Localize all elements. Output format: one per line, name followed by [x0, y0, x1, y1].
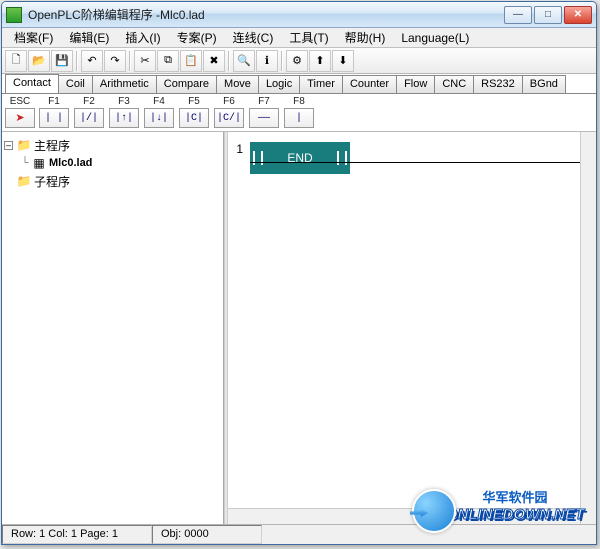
redo-icon[interactable]: ↷ — [104, 50, 126, 72]
file-icon: ▦ — [32, 156, 46, 170]
menu-edit[interactable]: 编辑(E) — [61, 27, 117, 48]
menu-connect[interactable]: 连线(C) — [225, 27, 282, 48]
instruction-tabs: Contact Coil Arithmetic Compare Move Log… — [2, 74, 596, 94]
separator-icon — [129, 51, 131, 71]
vertical-scrollbar[interactable] — [580, 132, 596, 524]
menu-tools[interactable]: 工具(T) — [281, 27, 336, 48]
project-tree[interactable]: – 📁 主程序 └ ▦ Mlc0.lad 📁 子程序 — [2, 132, 224, 524]
download-icon[interactable]: ⬇ — [332, 50, 354, 72]
save-icon[interactable]: 💾 — [51, 50, 73, 72]
fkey-label: F2 — [83, 96, 95, 108]
menu-file[interactable]: 档案(F) — [6, 27, 61, 48]
contact-c-icon[interactable]: |C| — [179, 108, 209, 128]
tab-move[interactable]: Move — [216, 75, 259, 93]
app-window: OpenPLC阶梯编辑程序 -Mlc0.lad — □ ✕ 档案(F) 编辑(E… — [1, 1, 597, 545]
separator-icon — [228, 51, 230, 71]
menubar: 档案(F) 编辑(E) 插入(I) 专案(P) 连线(C) 工具(T) 帮助(H… — [2, 28, 596, 48]
info-icon[interactable]: ℹ — [256, 50, 278, 72]
fkey-label: F6 — [223, 96, 235, 108]
status-position: Row: 1 Col: 1 Page: 1 — [2, 525, 152, 544]
tab-flow[interactable]: Flow — [396, 75, 435, 93]
fkey-label: F5 — [188, 96, 200, 108]
horiz-link-icon[interactable]: —— — [249, 108, 279, 128]
fkey-f8: F8 | — [283, 96, 315, 129]
menu-project[interactable]: 专案(P) — [169, 27, 225, 48]
fkey-f2: F2 |/| — [73, 96, 105, 129]
end-block[interactable]: END — [250, 142, 350, 174]
fkey-f5: F5 |C| — [178, 96, 210, 129]
tree-connector-icon: └ — [18, 156, 32, 170]
copy-icon[interactable]: ⧉ — [157, 50, 179, 72]
paste-icon[interactable]: 📋 — [180, 50, 202, 72]
vert-link-icon[interactable]: | — [284, 108, 314, 128]
collapse-icon[interactable]: – — [4, 141, 13, 150]
find-icon[interactable]: 🔍 — [233, 50, 255, 72]
fkey-f4: F4 |↓| — [143, 96, 175, 129]
upload-icon[interactable]: ⬆ — [309, 50, 331, 72]
menu-language[interactable]: Language(L) — [393, 29, 477, 47]
fkey-f3: F3 |↑| — [108, 96, 140, 129]
main-area: – 📁 主程序 └ ▦ Mlc0.lad 📁 子程序 1 — [2, 132, 596, 524]
delete-icon[interactable]: ✖ — [203, 50, 225, 72]
status-bar: Row: 1 Col: 1 Page: 1 Obj: 0000 — [2, 524, 596, 544]
tab-contact[interactable]: Contact — [5, 74, 59, 93]
app-icon — [6, 7, 22, 23]
compile-icon[interactable]: ⚙ — [286, 50, 308, 72]
fkey-palette: ESC F1 | | F2 |/| F3 |↑| F4 |↓| F5 |C| F… — [2, 94, 596, 132]
fkey-label: F7 — [258, 96, 270, 108]
contact-nc-icon[interactable]: |/| — [74, 108, 104, 128]
rung-rail — [250, 162, 596, 163]
tab-logic[interactable]: Logic — [258, 75, 300, 93]
toolbar: 🗋 📂 💾 ↶ ↷ ✂ ⧉ 📋 ✖ 🔍 ℹ ⚙ ⬆ ⬇ — [2, 48, 596, 74]
tab-cnc[interactable]: CNC — [434, 75, 474, 93]
fkey-label: F8 — [293, 96, 305, 108]
contact-cnot-icon[interactable]: |C/| — [214, 108, 244, 128]
tree-label: Mlc0.lad — [49, 157, 92, 169]
tree-label: 子程序 — [34, 173, 70, 190]
fkey-f6: F6 |C/| — [213, 96, 245, 129]
new-icon[interactable]: 🗋 — [5, 50, 27, 72]
tab-compare[interactable]: Compare — [156, 75, 217, 93]
horizontal-scrollbar[interactable] — [228, 508, 580, 524]
tree-root-main[interactable]: – 📁 主程序 — [4, 136, 221, 154]
tree-root-sub[interactable]: 📁 子程序 — [4, 172, 221, 190]
ladder-editor[interactable]: 1 END — [228, 132, 596, 524]
fkey-label: F4 — [153, 96, 165, 108]
status-obj: Obj: 0000 — [152, 525, 262, 544]
fkey-f7: F7 —— — [248, 96, 280, 129]
cut-icon[interactable]: ✂ — [134, 50, 156, 72]
fkey-f1: F1 | | — [38, 96, 70, 129]
tree-label: 主程序 — [34, 137, 70, 154]
tab-bgnd[interactable]: BGnd — [522, 75, 566, 93]
titlebar[interactable]: OpenPLC阶梯编辑程序 -Mlc0.lad — □ ✕ — [2, 2, 596, 28]
contact-fall-icon[interactable]: |↓| — [144, 108, 174, 128]
folder-icon: 📁 — [17, 174, 31, 188]
esc-arrow-icon[interactable] — [5, 108, 35, 128]
tab-counter[interactable]: Counter — [342, 75, 397, 93]
tab-rs232[interactable]: RS232 — [473, 75, 523, 93]
close-button[interactable]: ✕ — [564, 6, 592, 24]
tab-coil[interactable]: Coil — [58, 75, 93, 93]
menu-insert[interactable]: 插入(I) — [117, 27, 168, 48]
separator-icon — [76, 51, 78, 71]
maximize-button[interactable]: □ — [534, 6, 562, 24]
folder-icon: 📁 — [17, 138, 31, 152]
window-controls: — □ ✕ — [504, 6, 592, 24]
contact-no-icon[interactable]: | | — [39, 108, 69, 128]
fkey-label: ESC — [10, 96, 31, 108]
contact-rise-icon[interactable]: |↑| — [109, 108, 139, 128]
rung-number: 1 — [228, 142, 246, 156]
fkey-label: F1 — [48, 96, 60, 108]
tab-arithmetic[interactable]: Arithmetic — [92, 75, 157, 93]
undo-icon[interactable]: ↶ — [81, 50, 103, 72]
menu-help[interactable]: 帮助(H) — [337, 27, 394, 48]
tab-timer[interactable]: Timer — [299, 75, 343, 93]
fkey-esc: ESC — [5, 96, 35, 129]
fkey-label: F3 — [118, 96, 130, 108]
open-icon[interactable]: 📂 — [28, 50, 50, 72]
tree-file-node[interactable]: └ ▦ Mlc0.lad — [4, 154, 221, 172]
window-title: OpenPLC阶梯编辑程序 -Mlc0.lad — [28, 6, 504, 23]
minimize-button[interactable]: — — [504, 6, 532, 24]
separator-icon — [281, 51, 283, 71]
